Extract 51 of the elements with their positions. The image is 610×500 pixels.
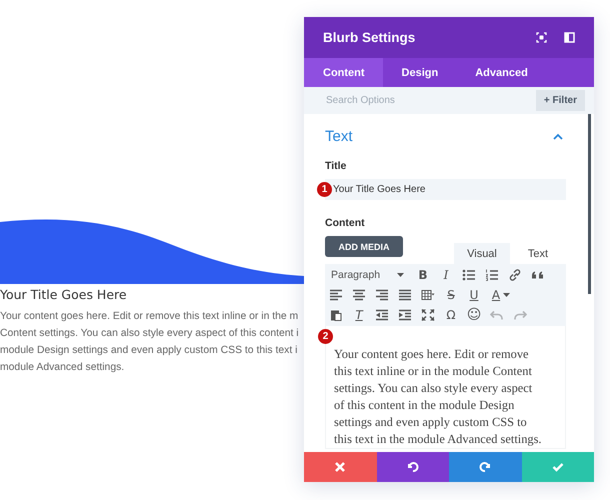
paragraph-line: Your content goes here. Edit or remove this text inline or in the m (0, 310, 298, 324)
add-media-button[interactable]: ADD MEDIA (325, 236, 403, 257)
chevron-icon[interactable] (553, 133, 563, 140)
fullscreen-icon[interactable] (421, 308, 435, 322)
outdent-icon[interactable] (375, 308, 389, 322)
blurb-title: Your Title Goes Here (0, 286, 128, 304)
settings-tab[interactable]: Advanced (456, 58, 546, 87)
search-field[interactable]: Search Options (324, 94, 536, 107)
paragraph-line: Content settings. You can also style every aspect of this content i (0, 327, 299, 341)
bold-button[interactable]: B (416, 268, 430, 282)
paste-icon[interactable] (329, 308, 343, 322)
undo-button[interactable] (376, 452, 449, 482)
undo-icon (406, 461, 419, 473)
filter-button[interactable]: + Filter (536, 90, 585, 111)
align-left-icon[interactable] (329, 288, 343, 302)
format-dropdown[interactable]: Paragraph (329, 268, 407, 282)
align-right-icon[interactable] (375, 288, 389, 302)
symbol-button[interactable]: Ω (444, 308, 458, 322)
redo-icon (479, 461, 492, 473)
editor-tab[interactable]: Visual (454, 243, 510, 264)
content-text: Your content goes here. Edit or remove this text inline or in the module Content settings. You can also style every aspect of this content in the module Design settings and even apply custom CSS to this text in the module Advanced settings. (334, 346, 543, 448)
color-button[interactable]: A (490, 288, 512, 302)
settings-tab[interactable]: Design (382, 58, 456, 87)
sidebar-icon[interactable] (564, 32, 575, 43)
indent-icon[interactable] (398, 308, 412, 322)
field-label: Title (325, 160, 348, 173)
clear-button[interactable]: T (352, 308, 366, 322)
strike-button[interactable]: S (444, 288, 458, 302)
search-bar[interactable]: Search Options + Filter (304, 87, 594, 114)
number-badge: 2 (318, 329, 333, 344)
table-icon[interactable] (421, 288, 435, 302)
numbered-list-icon[interactable] (485, 268, 499, 282)
focus-icon[interactable] (536, 32, 547, 43)
paragraph-line: module Advanced settings. (0, 361, 124, 375)
close-icon (334, 461, 346, 473)
bullet-list-icon[interactable] (462, 268, 476, 282)
checkmark-icon (552, 461, 564, 473)
panel-title: Blurb Settings (323, 30, 416, 45)
align-center-icon[interactable] (352, 288, 366, 302)
link-icon[interactable] (508, 268, 522, 282)
italic-button[interactable]: I (439, 268, 453, 282)
section-title: Text (325, 128, 353, 145)
caret-icon (503, 293, 510, 297)
emoji-button[interactable]: ☺ (467, 308, 481, 322)
field-label: Content (325, 217, 366, 230)
underline-button[interactable]: U (467, 288, 481, 302)
cancel-button[interactable] (304, 452, 376, 482)
caret-icon (397, 273, 404, 277)
paragraph-line: module Design settings and even apply custom CSS to this text i (0, 344, 298, 358)
justify-icon[interactable] (398, 288, 412, 302)
settings-tab[interactable]: Content (304, 58, 383, 87)
